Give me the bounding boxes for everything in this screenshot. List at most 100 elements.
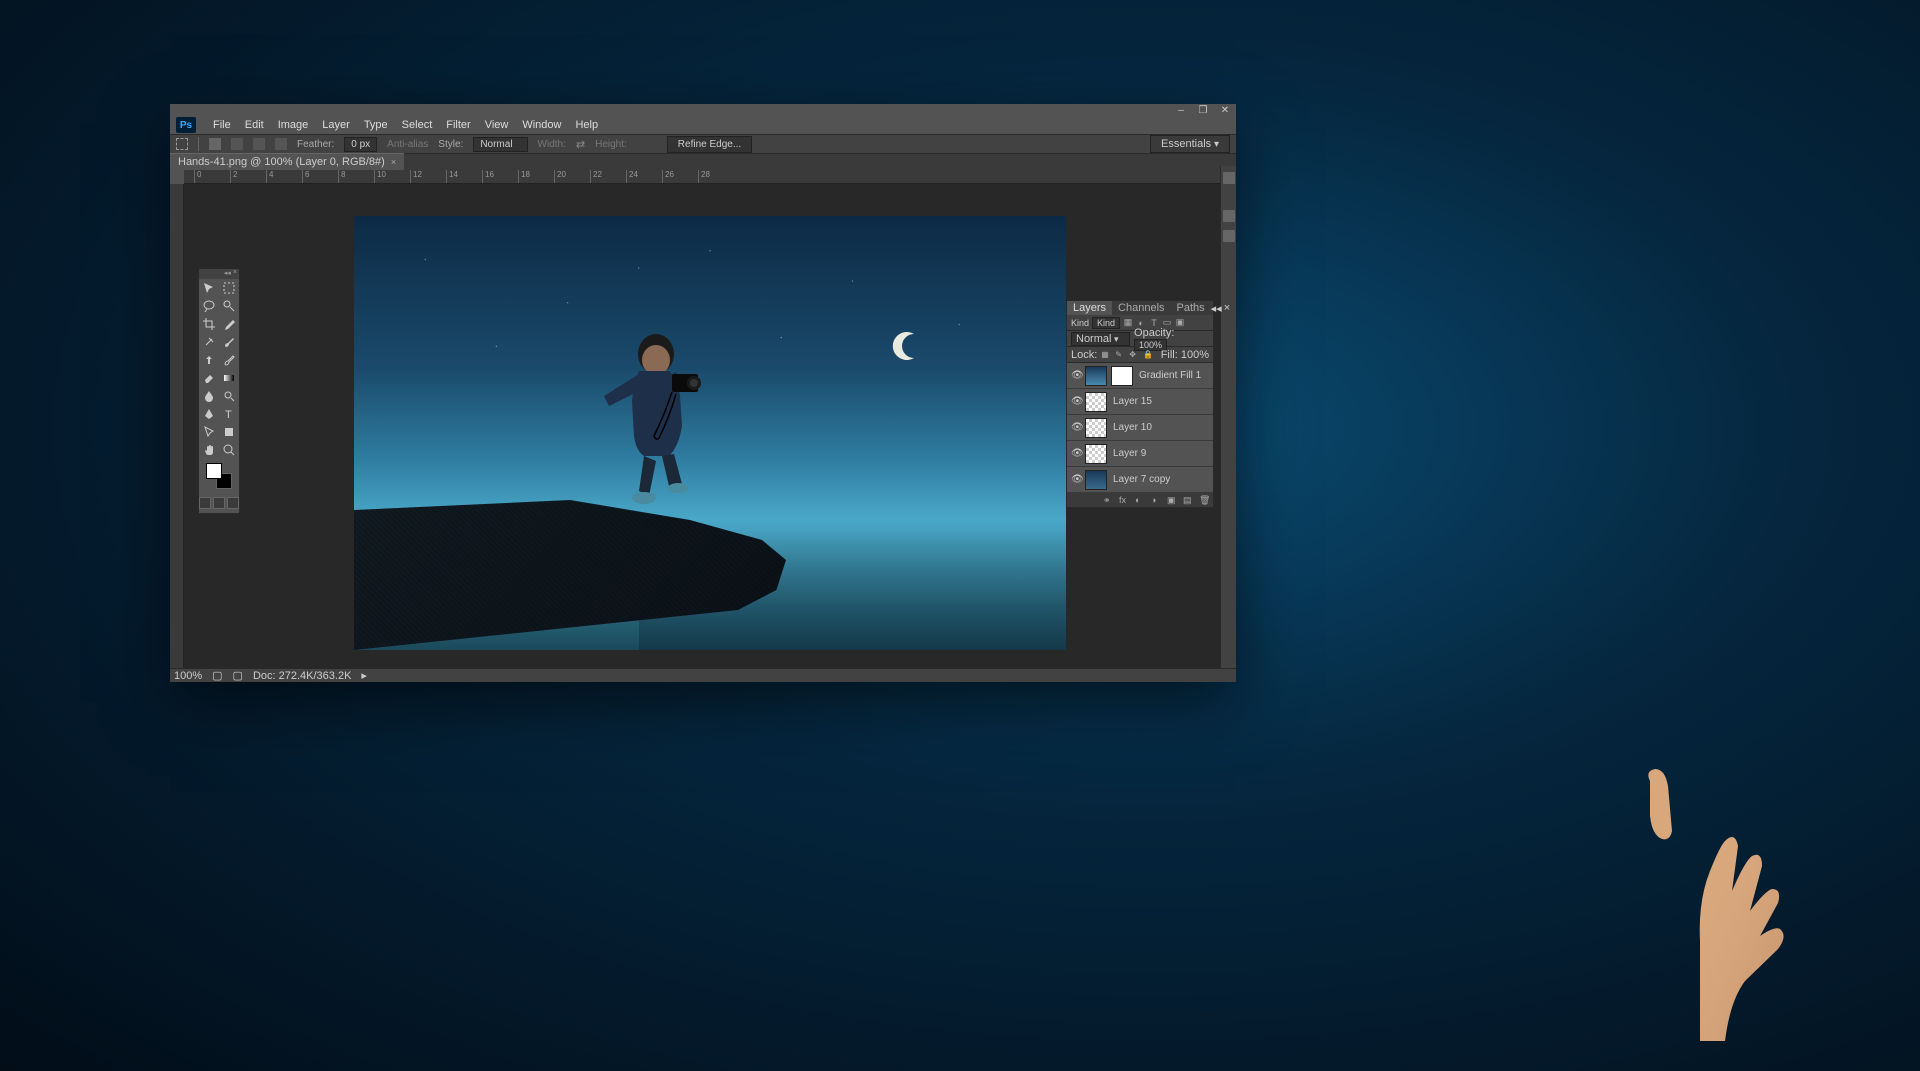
link-icon[interactable]: ⚭ xyxy=(1103,495,1113,505)
fill-input[interactable]: 100% xyxy=(1181,349,1209,361)
crop-tool[interactable] xyxy=(199,315,219,333)
layer-mask-thumbnail[interactable] xyxy=(1111,366,1133,386)
add-selection-icon[interactable] xyxy=(231,138,243,150)
layer-thumbnail[interactable] xyxy=(1085,470,1107,490)
layer-name[interactable]: Layer 10 xyxy=(1111,422,1209,433)
workspace-switcher[interactable]: Essentials ▾ xyxy=(1150,135,1230,153)
pen-tool[interactable] xyxy=(199,405,219,423)
visibility-toggle-icon[interactable]: 👁 xyxy=(1071,474,1081,485)
menu-edit[interactable]: Edit xyxy=(238,117,271,133)
vertical-ruler[interactable] xyxy=(170,184,184,682)
clone-stamp-tool[interactable] xyxy=(199,351,219,369)
lock-transparent-icon[interactable]: ▦ xyxy=(1101,350,1111,360)
status-menu-icon[interactable]: ▸ xyxy=(361,669,367,682)
intersect-selection-icon[interactable] xyxy=(275,138,287,150)
quick-mask-icon[interactable] xyxy=(199,497,211,509)
maximize-button[interactable]: ❐ xyxy=(1196,105,1210,115)
layer-thumbnail[interactable] xyxy=(1085,392,1107,412)
fx-icon[interactable]: fx xyxy=(1119,495,1129,505)
history-brush-tool[interactable] xyxy=(219,351,239,369)
close-tab-icon[interactable]: × xyxy=(391,157,396,167)
status-icon-1[interactable]: ▢ xyxy=(212,669,222,682)
new-layer-icon[interactable]: ▤ xyxy=(1183,495,1193,505)
visibility-toggle-icon[interactable]: 👁 xyxy=(1071,422,1081,433)
subtract-selection-icon[interactable] xyxy=(253,138,265,150)
layer-name[interactable]: Gradient Fill 1 xyxy=(1137,370,1209,381)
layer-row[interactable]: 👁 Layer 10 xyxy=(1067,415,1213,441)
marquee-preset-icon[interactable] xyxy=(176,138,188,150)
blend-mode-select[interactable]: Normal ▾ xyxy=(1071,332,1130,346)
type-tool[interactable]: T xyxy=(219,405,239,423)
close-panel-icon[interactable]: × xyxy=(1224,302,1230,315)
tab-channels[interactable]: Channels xyxy=(1112,301,1170,315)
layer-thumbnail[interactable] xyxy=(1085,366,1107,386)
filter-pixel-icon[interactable]: ▦ xyxy=(1123,318,1133,328)
visibility-toggle-icon[interactable]: 👁 xyxy=(1071,396,1081,407)
menu-filter[interactable]: Filter xyxy=(439,117,477,133)
layer-row[interactable]: 👁 Layer 9 xyxy=(1067,441,1213,467)
layer-thumbnail[interactable] xyxy=(1085,444,1107,464)
feather-input[interactable]: 0 px xyxy=(344,137,377,152)
brush-tool[interactable] xyxy=(219,333,239,351)
path-select-tool[interactable] xyxy=(199,423,219,441)
lock-position-icon[interactable]: ✥ xyxy=(1129,350,1139,360)
layer-name[interactable]: Layer 15 xyxy=(1111,396,1209,407)
menu-image[interactable]: Image xyxy=(271,117,316,133)
tools-panel-header[interactable]: ◂◂× xyxy=(199,269,239,279)
hand-tool[interactable] xyxy=(199,441,219,459)
screen-mode-icon[interactable] xyxy=(213,497,225,509)
close-button[interactable]: ✕ xyxy=(1218,105,1232,115)
filter-kind-select[interactable]: Kind xyxy=(1092,317,1120,329)
tab-paths[interactable]: Paths xyxy=(1171,301,1211,315)
screen-mode-icon-2[interactable] xyxy=(227,497,239,509)
history-panel-icon[interactable] xyxy=(1223,210,1235,222)
antialias-checkbox[interactable]: Anti-alias xyxy=(387,139,428,150)
quick-select-tool[interactable] xyxy=(219,297,239,315)
menu-type[interactable]: Type xyxy=(357,117,395,133)
canvas[interactable] xyxy=(354,216,1066,650)
adjustment-icon[interactable]: ◑ xyxy=(1151,495,1161,505)
menu-layer[interactable]: Layer xyxy=(315,117,357,133)
move-tool[interactable] xyxy=(199,279,219,297)
layer-row[interactable]: 👁 Layer 15 xyxy=(1067,389,1213,415)
new-selection-icon[interactable] xyxy=(209,138,221,150)
dodge-tool[interactable] xyxy=(219,387,239,405)
horizontal-ruler[interactable]: 0246810121416182022242628 xyxy=(184,170,1236,184)
blur-tool[interactable] xyxy=(199,387,219,405)
document-tab[interactable]: Hands-41.png @ 100% (Layer 0, RGB/8#) × xyxy=(170,153,404,170)
tab-layers[interactable]: Layers xyxy=(1067,301,1112,315)
eraser-tool[interactable] xyxy=(199,369,219,387)
properties-panel-icon[interactable] xyxy=(1223,230,1235,242)
foreground-color-swatch[interactable] xyxy=(206,463,222,479)
visibility-toggle-icon[interactable]: 👁 xyxy=(1071,370,1081,381)
menu-view[interactable]: View xyxy=(478,117,516,133)
layer-name[interactable]: Layer 7 copy xyxy=(1111,474,1209,485)
foreground-background-swatches[interactable] xyxy=(199,459,239,493)
mask-icon[interactable]: ◐ xyxy=(1135,495,1145,505)
marquee-tool[interactable] xyxy=(219,279,239,297)
zoom-level[interactable]: 100% xyxy=(174,670,202,682)
menu-select[interactable]: Select xyxy=(395,117,440,133)
zoom-tool[interactable] xyxy=(219,441,239,459)
healing-brush-tool[interactable] xyxy=(199,333,219,351)
group-icon[interactable]: ▣ xyxy=(1167,495,1177,505)
style-select[interactable]: Normal xyxy=(473,137,527,152)
gradient-tool[interactable] xyxy=(219,369,239,387)
layer-row[interactable]: 👁 Layer 7 copy xyxy=(1067,467,1213,493)
trash-icon[interactable]: 🗑 xyxy=(1199,495,1209,505)
shape-tool[interactable] xyxy=(219,423,239,441)
collapse-panel-icon[interactable]: ◂◂ xyxy=(1211,302,1222,315)
layer-name[interactable]: Layer 9 xyxy=(1111,448,1209,459)
expand-dock-icon[interactable] xyxy=(1223,172,1235,184)
menu-window[interactable]: Window xyxy=(515,117,568,133)
status-icon-2[interactable]: ▢ xyxy=(233,669,243,682)
visibility-toggle-icon[interactable]: 👁 xyxy=(1071,448,1081,459)
menu-help[interactable]: Help xyxy=(568,117,605,133)
lock-image-icon[interactable]: ✎ xyxy=(1115,350,1125,360)
lock-all-icon[interactable]: 🔒 xyxy=(1143,350,1153,360)
swap-wh-icon[interactable]: ⇄ xyxy=(576,138,585,151)
menu-file[interactable]: File xyxy=(206,117,238,133)
layer-thumbnail[interactable] xyxy=(1085,418,1107,438)
lasso-tool[interactable] xyxy=(199,297,219,315)
minimize-button[interactable]: – xyxy=(1174,105,1188,115)
